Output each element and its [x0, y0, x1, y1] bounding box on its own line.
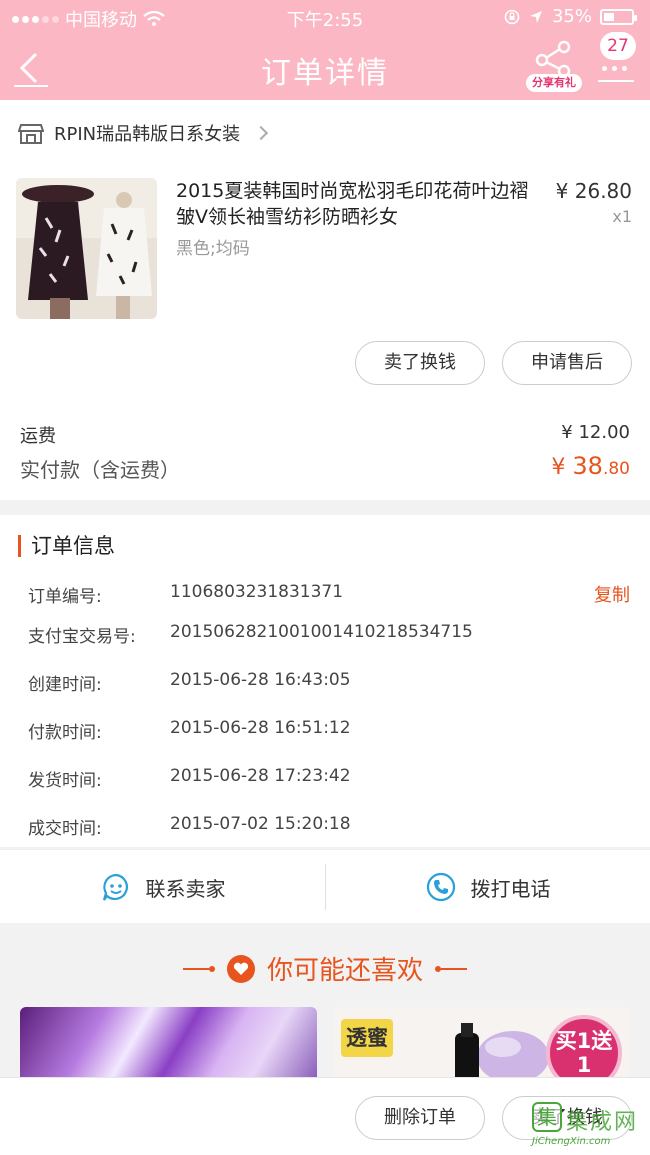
battery-icon [600, 8, 637, 25]
alipay-trade-row: 支付宝交易号: 2015062821001001410218534715 [28, 622, 473, 647]
status-bar: 中国移动 下午2:55 35% [0, 0, 650, 34]
completed-time-row: 成交时间: 2015-07-02 15:20:18 [28, 814, 351, 839]
delete-order-button[interactable]: 删除订单 [355, 1096, 485, 1140]
watermark-url: JiChengXin.com [532, 1136, 611, 1147]
title-decoration-left [182, 965, 215, 972]
message-count-badge: 27 [600, 32, 636, 60]
info-value: 2015062821001001410218534715 [170, 622, 473, 642]
share-button[interactable]: 分享有礼 [526, 38, 582, 96]
location-icon [529, 10, 542, 23]
contact-seller-button[interactable]: 联系卖家 [0, 850, 325, 924]
info-value: 2015-06-28 17:23:42 [170, 766, 351, 786]
info-key: 付款时间: [28, 723, 102, 743]
chevron-right-icon [254, 125, 269, 141]
info-key: 支付宝交易号: [28, 627, 136, 647]
share-label: 分享有礼 [526, 74, 582, 92]
top-bar: 中国移动 下午2:55 35% 订单详情 分享有礼 27 [0, 0, 650, 100]
contact-seller-label: 联系卖家 [145, 876, 226, 901]
paid-time-row: 付款时间: 2015-06-28 16:51:12 [28, 718, 351, 743]
created-time-row: 创建时间: 2015-06-28 16:43:05 [28, 670, 351, 695]
info-value: 2015-06-28 16:51:12 [170, 718, 351, 738]
rotation-lock-icon [504, 9, 520, 24]
product-price: ¥ 26.80 [555, 179, 632, 203]
info-value: 1106803231831371 [170, 582, 344, 602]
shop-name: RPIN瑞品韩版日系女装 [54, 124, 241, 145]
title-decoration-right [435, 965, 467, 972]
info-key: 成交时间: [28, 819, 102, 839]
call-phone-label: 拨打电话 [470, 876, 551, 901]
more-line [598, 80, 634, 82]
product-title[interactable]: 2015夏装韩国时尚宽松羽毛印花荷叶边褶皱V领长袖雪纺衫防晒衫女 [176, 178, 546, 230]
phone-icon [426, 872, 455, 902]
status-right: 35% [504, 6, 637, 27]
paid-currency: ¥ [551, 455, 573, 480]
paid-label: 实付款（含运费） [20, 458, 180, 482]
order-number-row: 订单编号: 1106803231831371 [28, 582, 343, 607]
chat-icon [102, 873, 128, 901]
sell-for-cash-button[interactable]: 卖了换钱 [355, 341, 485, 385]
product-sku: 黑色;均码 [176, 239, 250, 259]
more-button[interactable]: 27 [594, 32, 638, 88]
more-dots-icon [602, 66, 627, 71]
recommend-title: 你可能还喜欢 [266, 956, 423, 986]
info-value: 2015-06-28 16:43:05 [170, 670, 351, 690]
apply-after-sale-button[interactable]: 申请售后 [502, 341, 632, 385]
copy-order-number-button[interactable]: 复制 [594, 581, 630, 607]
battery-percent: 35% [551, 6, 592, 27]
paid-amount: ¥ 38.80 [551, 452, 630, 480]
contact-bar: 联系卖家 拨打电话 [0, 849, 650, 923]
shop-icon [18, 124, 44, 144]
shipped-time-row: 发货时间: 2015-06-28 17:23:42 [28, 766, 351, 791]
share-icon [535, 40, 571, 78]
shipping-value: ¥ 12.00 [561, 422, 630, 443]
info-key: 创建时间: [28, 675, 102, 695]
info-key: 订单编号: [28, 587, 102, 607]
shop-header[interactable]: RPIN瑞品韩版日系女装 [18, 120, 269, 146]
product-quantity: x1 [612, 207, 632, 226]
info-key: 发货时间: [28, 771, 102, 791]
order-card: RPIN瑞品韩版日系女装 2015夏装韩国时尚宽松羽毛印花荷叶边褶皱V领长袖雪纺… [0, 100, 650, 500]
heart-icon [226, 954, 255, 983]
call-phone-button[interactable]: 拨打电话 [325, 850, 650, 924]
info-value: 2015-07-02 15:20:18 [170, 814, 351, 834]
watermark: 集 集成网 JiChengXin.com [532, 1100, 644, 1152]
product-image[interactable] [16, 178, 157, 319]
order-info-title: 订单信息 [18, 535, 115, 557]
watermark-text: 集成网 [566, 1110, 639, 1135]
paid-decimal: .80 [602, 459, 630, 479]
shipping-label: 运费 [20, 426, 56, 447]
paid-integer: 38 [572, 452, 603, 480]
watermark-logo: 集 [532, 1102, 562, 1132]
recommend-header: 你可能还喜欢 [0, 950, 650, 987]
order-info-card: 订单信息 复制 订单编号: 1106803231831371 支付宝交易号: 2… [0, 515, 650, 847]
